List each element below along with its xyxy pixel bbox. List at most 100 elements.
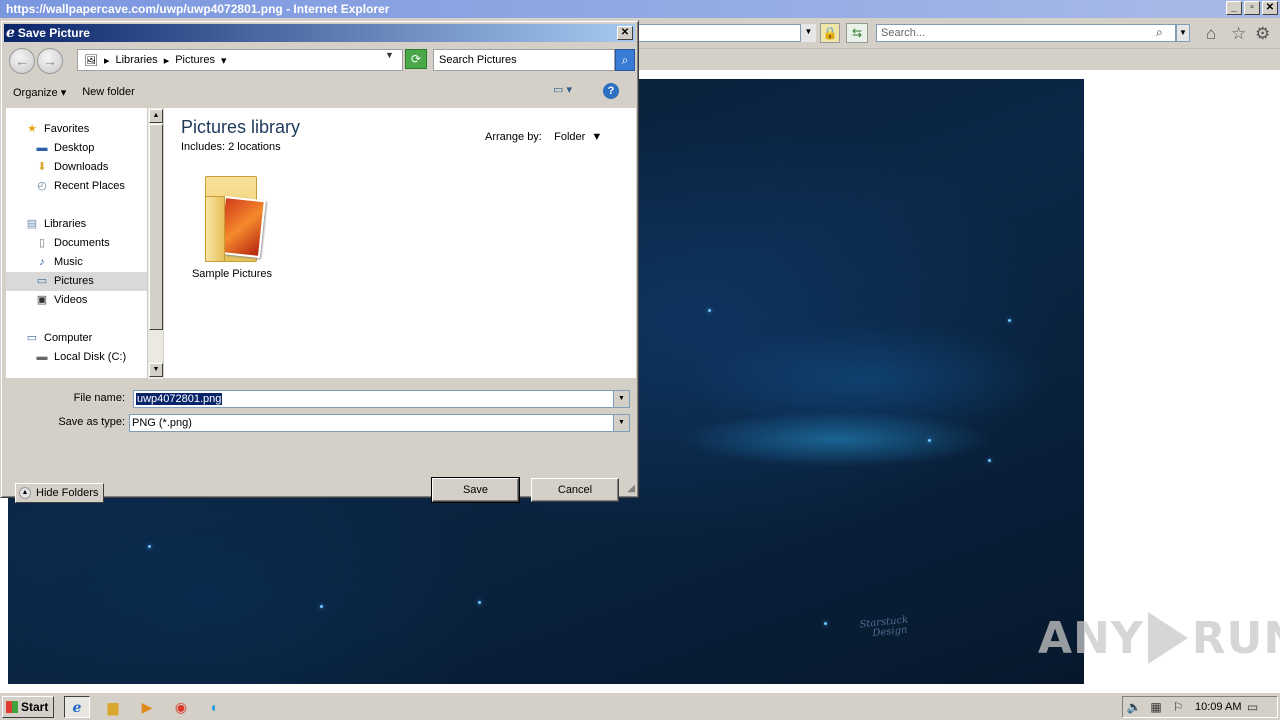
navigation-scrollbar[interactable]: ▲ ▼ bbox=[147, 108, 163, 379]
chevron-down-icon[interactable]: ▾ bbox=[221, 54, 227, 67]
speaker-icon[interactable]: 🔈 bbox=[1123, 700, 1145, 714]
organize-button[interactable]: Organize ▾ bbox=[5, 86, 74, 99]
command-bar: Organize ▾ New folder bbox=[5, 79, 635, 105]
show-desktop-icon[interactable]: ▭ bbox=[1241, 700, 1263, 714]
cancel-button[interactable]: Cancel bbox=[531, 478, 619, 502]
documents-icon: ▯ bbox=[38, 237, 46, 249]
star bbox=[320, 605, 323, 608]
tree-item-documents[interactable]: ▯ Documents bbox=[6, 234, 148, 253]
address-dropdown-button[interactable]: ▼ bbox=[800, 24, 816, 42]
star-icon: ★ bbox=[27, 123, 37, 135]
chevron-right-icon[interactable]: ▸ bbox=[104, 54, 110, 67]
tree-item-desktop[interactable]: ▬ Desktop bbox=[6, 139, 148, 158]
chevron-right-icon[interactable]: ▸ bbox=[164, 54, 170, 67]
arrange-by-dropdown[interactable]: Folder ▼ bbox=[554, 131, 602, 143]
refresh-icon[interactable]: ⇆ bbox=[846, 23, 868, 43]
library-includes-link[interactable]: Includes: 2 locations bbox=[181, 141, 281, 153]
pictures-folder-icon bbox=[197, 168, 267, 264]
clock[interactable]: 10:09 AM bbox=[1195, 701, 1241, 713]
windows-logo-icon bbox=[6, 701, 18, 713]
file-name-label: File name: bbox=[73, 392, 125, 404]
tree-item-downloads[interactable]: ⬇ Downloads bbox=[6, 158, 148, 177]
arrange-by-label: Arrange by: bbox=[485, 131, 542, 143]
start-label: Start bbox=[21, 700, 49, 714]
flag-icon[interactable]: ⚐ bbox=[1167, 700, 1189, 714]
desktop-icon: ▬ bbox=[36, 142, 48, 154]
breadcrumb[interactable]: 🖼 ▸ Libraries ▸ Pictures ▾ bbox=[77, 49, 403, 71]
resize-grip-icon[interactable]: ◢ bbox=[627, 483, 635, 494]
breadcrumb-dropdown-icon[interactable]: ▼ bbox=[385, 50, 394, 60]
ie-search-input[interactable]: Search... bbox=[876, 24, 1176, 42]
network-icon[interactable]: ▦ bbox=[1145, 700, 1167, 714]
tree-item-pictures[interactable]: ▭ Pictures bbox=[6, 272, 148, 291]
star bbox=[1008, 319, 1011, 322]
scroll-up-arrow-icon[interactable]: ▲ bbox=[149, 109, 163, 123]
tree-item-computer[interactable]: ▭ Computer bbox=[6, 329, 148, 348]
tree-item-recent-places[interactable]: ◴ Recent Places bbox=[6, 177, 148, 196]
tree-label: Local Disk (C:) bbox=[54, 351, 127, 363]
search-icon[interactable]: ⌕ bbox=[615, 49, 635, 71]
close-button[interactable]: ✕ bbox=[1262, 1, 1278, 15]
save-picture-dialog: e Save Picture ✕ ← → 🖼 ▸ Libraries ▸ Pic… bbox=[0, 20, 639, 503]
forward-arrow-icon[interactable]: → bbox=[37, 48, 63, 74]
dialog-nav-row: ← → 🖼 ▸ Libraries ▸ Pictures ▾ ▼ ⟳ Searc… bbox=[5, 45, 635, 77]
dialog-title: Save Picture bbox=[17, 26, 90, 40]
chrome-icon[interactable]: ◉ bbox=[168, 696, 194, 718]
ie-window-controls: _ ▫ ✕ bbox=[1226, 1, 1278, 15]
tree-item-music[interactable]: ♪ Music bbox=[6, 253, 148, 272]
internet-explorer-icon[interactable]: e bbox=[64, 696, 90, 718]
start-button[interactable]: Start bbox=[2, 696, 54, 718]
home-icon[interactable]: ⌂ bbox=[1206, 24, 1216, 44]
back-arrow-icon[interactable]: ← bbox=[9, 48, 35, 74]
tree-label: Libraries bbox=[44, 218, 87, 230]
star bbox=[928, 439, 931, 442]
refresh-icon[interactable]: ⟳ bbox=[405, 49, 427, 69]
chevron-down-icon[interactable]: ▼ bbox=[613, 391, 629, 407]
gear-icon[interactable]: ⚙ bbox=[1255, 24, 1270, 44]
ie-tab-strip bbox=[638, 48, 1280, 70]
tree-item-libraries[interactable]: ▤ Libraries bbox=[6, 215, 148, 234]
breadcrumb-pictures[interactable]: Pictures bbox=[175, 54, 215, 66]
pictures-icon: ▭ bbox=[36, 275, 48, 287]
search-icon[interactable]: ⌕ bbox=[1156, 25, 1163, 40]
new-folder-button[interactable]: New folder bbox=[74, 86, 143, 98]
tree-item-local-disk[interactable]: ▬ Local Disk (C:) bbox=[6, 348, 148, 367]
restore-button[interactable]: ▫ bbox=[1244, 1, 1260, 15]
tree-item-favorites[interactable]: ★ Favorites bbox=[6, 120, 148, 139]
search-dropdown-button[interactable]: ▼ bbox=[1176, 24, 1190, 42]
change-view-icon[interactable]: ▭ ▾ bbox=[553, 83, 572, 96]
dialog-search-input[interactable]: Search Pictures bbox=[433, 49, 615, 71]
tree-label: Recent Places bbox=[54, 180, 125, 192]
dialog-close-button[interactable]: ✕ bbox=[617, 26, 633, 40]
breadcrumb-libraries[interactable]: Libraries bbox=[116, 54, 158, 66]
tree-item-videos[interactable]: ▣ Videos bbox=[6, 291, 148, 310]
hide-folders-label: Hide Folders bbox=[36, 487, 99, 499]
ie-logo-icon: e bbox=[6, 25, 15, 41]
scroll-down-arrow-icon[interactable]: ▼ bbox=[149, 363, 163, 377]
hide-folders-button[interactable]: ▲ Hide Folders bbox=[15, 483, 105, 503]
tree-label: Favorites bbox=[44, 123, 90, 135]
disk-icon: ▬ bbox=[36, 351, 48, 363]
scrollbar-thumb[interactable] bbox=[149, 124, 163, 330]
save-as-type-label: Save as type: bbox=[58, 416, 125, 428]
folder-item-sample-pictures[interactable]: Sample Pictures bbox=[184, 168, 280, 280]
star bbox=[988, 459, 991, 462]
save-button[interactable]: Save bbox=[431, 477, 520, 503]
chevron-down-icon[interactable]: ▼ bbox=[613, 415, 629, 431]
file-list-pane: Pictures library Includes: 2 locations A… bbox=[164, 108, 636, 378]
media-player-icon[interactable]: ▶ bbox=[134, 696, 160, 718]
save-as-type-select[interactable]: PNG (*.png) ▼ bbox=[129, 414, 630, 432]
minimize-button[interactable]: _ bbox=[1226, 1, 1242, 15]
artist-signature: Starstuck Design bbox=[859, 615, 910, 641]
security-lock-icon[interactable]: 🔒 bbox=[820, 23, 840, 43]
file-name-field[interactable]: uwp4072801.png ▼ bbox=[133, 390, 630, 408]
help-icon[interactable]: ? bbox=[603, 83, 619, 99]
tree-label: Pictures bbox=[54, 275, 94, 287]
file-explorer-icon[interactable]: ▆ bbox=[100, 696, 126, 718]
favorites-star-icon[interactable]: ☆ bbox=[1231, 24, 1246, 44]
libraries-icon: ▤ bbox=[26, 218, 38, 230]
tree-label: Downloads bbox=[54, 161, 109, 173]
tree-label: Music bbox=[54, 256, 83, 268]
edge-icon[interactable]: ◐ bbox=[202, 696, 228, 718]
address-bar[interactable] bbox=[638, 24, 816, 42]
